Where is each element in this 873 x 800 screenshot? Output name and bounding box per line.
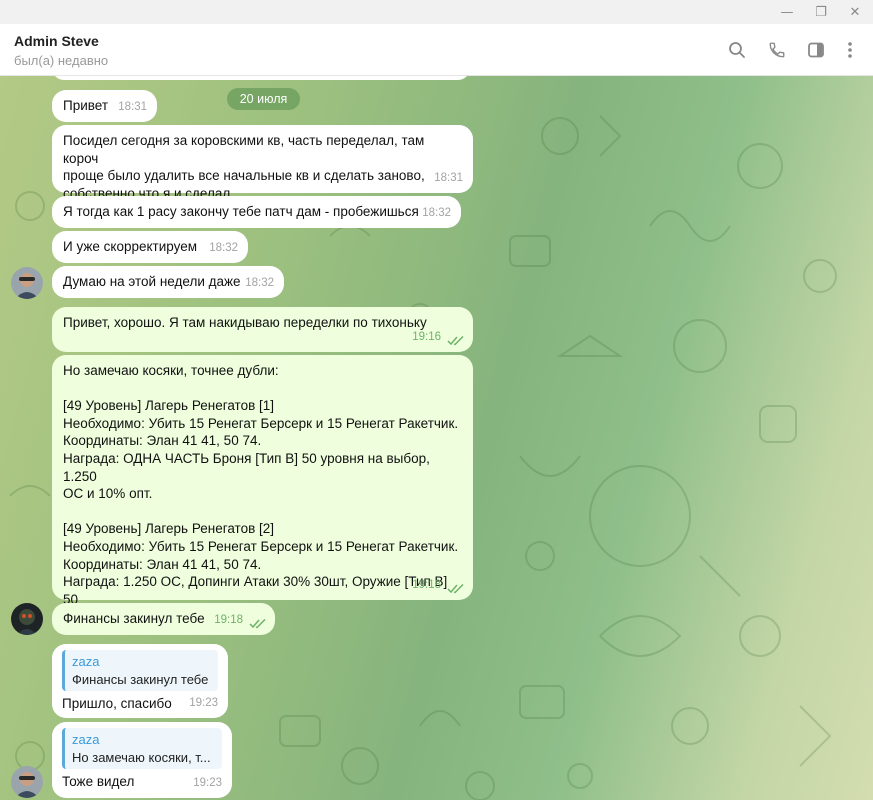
message-text: Думаю на этой недели даже xyxy=(63,274,241,289)
chat-header[interactable]: Admin Steve был(а) недавно xyxy=(0,24,873,76)
message-time: 19:16 xyxy=(412,331,441,344)
close-button[interactable]: ✕ xyxy=(838,0,872,24)
message-bubble-outgoing[interactable]: Финансы закинул тебе 19:18 xyxy=(52,603,275,635)
avatar-image xyxy=(11,267,43,299)
minimize-button[interactable]: — xyxy=(770,0,804,24)
search-icon[interactable] xyxy=(725,38,749,62)
message-time: 19:23 xyxy=(193,777,222,790)
reply-preview[interactable]: zaza Финансы закинул тебе xyxy=(62,650,218,692)
message-time: 18:31 xyxy=(118,101,147,114)
chat-status: был(а) недавно xyxy=(14,53,109,68)
maximize-button[interactable]: ❐ xyxy=(804,0,838,24)
double-check-icon xyxy=(447,584,464,594)
message-bubble[interactable]: zaza Финансы закинул тебе Пришло, спасиб… xyxy=(52,644,228,718)
reply-author: zaza xyxy=(72,654,100,669)
message-bubble[interactable]: Думаю на этой недели даже 18:32 xyxy=(52,266,284,298)
message-time: 18:31 xyxy=(434,172,463,185)
avatar-image xyxy=(11,766,43,798)
reply-text: Но замечаю косяки, т... xyxy=(72,749,211,765)
message-text: Но замечаю косяки, точнее дубли: [49 Уро… xyxy=(63,363,459,624)
message-bubble[interactable]: Посидел сегодня за коровскими кв, часть … xyxy=(52,125,473,201)
message-text: Я тогда как 1 расу закончу тебе патч дам… xyxy=(63,204,419,219)
window-titlebar: — ❐ ✕ xyxy=(0,0,873,24)
message-text: Посидел сегодня за коровскими кв, часть … xyxy=(63,133,425,201)
message-bubble[interactable]: Я тогда как 1 расу закончу тебе патч дам… xyxy=(52,196,461,228)
message-bubble-partial[interactable] xyxy=(52,76,470,80)
message-time: 19:18 xyxy=(412,579,441,592)
chat-title[interactable]: Admin Steve xyxy=(14,33,99,49)
phone-icon[interactable] xyxy=(765,38,789,62)
avatar-image xyxy=(11,603,43,635)
chat-area[interactable]: 20 июля Привет 18:31 Посидел сегодня за … xyxy=(0,76,873,800)
message-bubble[interactable]: zaza Но замечаю косяки, т... Тоже видел … xyxy=(52,722,232,798)
message-bubble[interactable]: Привет 18:31 xyxy=(52,90,157,122)
message-time: 19:18 xyxy=(214,614,243,627)
date-separator: 20 июля xyxy=(227,88,300,110)
avatar-self[interactable] xyxy=(11,603,43,635)
avatar-admin-steve[interactable] xyxy=(11,267,43,299)
avatar-admin-steve[interactable] xyxy=(11,766,43,798)
message-text: Привет, хорошо. Я там накидываю переделк… xyxy=(63,315,427,330)
message-bubble-outgoing[interactable]: Привет, хорошо. Я там накидываю переделк… xyxy=(52,307,473,352)
message-bubble[interactable]: И уже скорректируем 18:32 xyxy=(52,231,248,263)
double-check-icon xyxy=(447,336,464,346)
message-bubble-outgoing[interactable]: Но замечаю косяки, точнее дубли: [49 Уро… xyxy=(52,355,473,624)
reply-text: Финансы закинул тебе xyxy=(72,671,209,687)
reply-author: zaza xyxy=(72,732,100,747)
double-check-icon xyxy=(249,619,266,629)
reply-preview[interactable]: zaza Но замечаю косяки, т... xyxy=(62,728,222,770)
message-time: 19:23 xyxy=(189,697,218,710)
message-time: 18:32 xyxy=(245,277,274,290)
message-time: 18:32 xyxy=(422,207,451,220)
more-vertical-icon[interactable] xyxy=(838,38,862,62)
sidebar-toggle-icon[interactable] xyxy=(804,38,828,62)
message-time: 18:32 xyxy=(209,242,238,255)
